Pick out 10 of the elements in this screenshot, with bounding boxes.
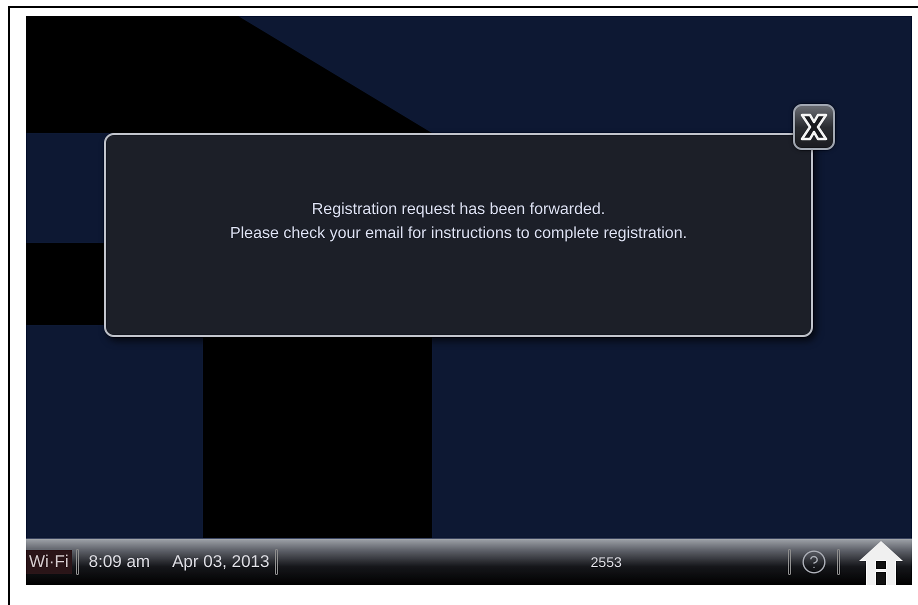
home-icon[interactable] — [858, 539, 904, 585]
close-button[interactable] — [793, 104, 835, 150]
time-text: 8:09 am — [88, 552, 150, 572]
message-text: Registration request has been forwarded. — [312, 200, 606, 220]
message-text: Please check your email for instructions to complete registration. — [230, 224, 688, 244]
close-icon — [799, 112, 829, 142]
date-text: Apr 03, 2013 — [172, 552, 270, 572]
code-text: 2553 — [590, 554, 622, 570]
wifi-label: Wi·Fi — [26, 550, 72, 574]
help-icon[interactable] — [800, 549, 827, 575]
